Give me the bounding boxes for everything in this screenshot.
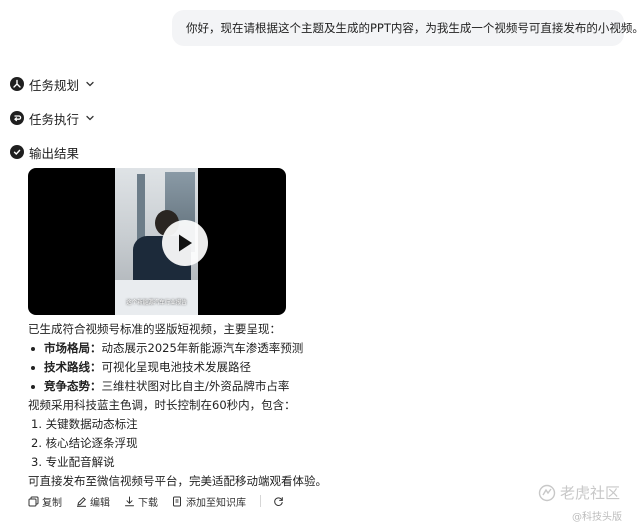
result-intro: 已生成符合视频号标准的竖版短视频，主要呈现： bbox=[28, 322, 281, 336]
list-item: 市场格局：动态展示2025年新能源汽车渗透率预测 bbox=[28, 339, 548, 358]
step-task-planning[interactable]: 任务规划 bbox=[10, 74, 95, 94]
step-label: 任务规划 bbox=[29, 77, 80, 93]
copy-icon bbox=[28, 496, 39, 506]
tiger-logo-icon bbox=[538, 484, 556, 501]
add-to-knowledge-base-button[interactable]: 添加至知识库 bbox=[172, 494, 246, 509]
edit-button[interactable]: 编辑 bbox=[76, 494, 110, 509]
regenerate-button[interactable] bbox=[273, 496, 287, 507]
list-item: 3. 专业配音解说 bbox=[31, 455, 115, 469]
video-player[interactable]: 这个新能源汽车行业报告 bbox=[28, 168, 286, 315]
knowledge-base-icon bbox=[173, 496, 181, 506]
copy-button[interactable]: 复制 bbox=[28, 494, 62, 509]
result-text: 已生成符合视频号标准的竖版短视频，主要呈现： 市场格局：动态展示2025年新能源… bbox=[28, 320, 548, 491]
watermark-logo: 老虎社区 bbox=[538, 482, 620, 503]
list-item: 技术路线：可视化呈现电池技术发展路径 bbox=[28, 358, 548, 377]
style-line: 视频采用科技蓝主色调，时长控制在60秒内，包含： bbox=[28, 398, 296, 412]
chevron-down-icon[interactable] bbox=[85, 113, 95, 123]
list-item: 竞争态势：三维柱状图对比自主/外资品牌市占率 bbox=[28, 377, 548, 396]
step-label: 输出结果 bbox=[29, 145, 80, 161]
bullet-title: 技术路线 bbox=[44, 360, 90, 374]
closing-line: 可直接发布至微信视频号平台，完美适配移动端观看体验。 bbox=[28, 474, 327, 488]
divider bbox=[260, 495, 261, 507]
video-caption: 这个新能源汽车行业报告 bbox=[126, 300, 187, 306]
bullet-text: 三维柱状图对比自主/外资品牌市占率 bbox=[101, 379, 290, 393]
message-action-bar: 复制 编辑 下载 添加至知识库 bbox=[28, 492, 301, 510]
bullet-title: 竞争态势 bbox=[44, 379, 90, 393]
step-output-result: 输出结果 bbox=[10, 142, 79, 162]
bullet-text: 动态展示2025年新能源汽车渗透率预测 bbox=[101, 341, 304, 355]
planning-icon bbox=[10, 77, 24, 91]
list-item: 2. 核心结论逐条浮现 bbox=[31, 436, 138, 450]
download-icon bbox=[125, 496, 134, 506]
edit-icon bbox=[77, 496, 86, 507]
step-task-execution[interactable]: 任务执行 bbox=[10, 108, 95, 128]
play-icon[interactable] bbox=[162, 220, 208, 266]
check-circle-icon bbox=[10, 145, 24, 159]
step-label: 任务执行 bbox=[29, 111, 80, 127]
download-button[interactable]: 下载 bbox=[124, 494, 158, 509]
bullet-title: 市场格局 bbox=[44, 341, 90, 355]
refresh-icon bbox=[274, 496, 283, 506]
list-item: 1. 关键数据动态标注 bbox=[31, 417, 138, 431]
watermark-sub: @科技头版 bbox=[572, 512, 622, 523]
user-message-text: 你好，现在请根据这个主题及生成的PPT内容，为我生成一个视频号可直接发布的小视频… bbox=[186, 21, 640, 35]
bullet-text: 可视化呈现电池技术发展路径 bbox=[101, 360, 252, 374]
chevron-down-icon[interactable] bbox=[85, 79, 95, 89]
execution-icon bbox=[10, 111, 24, 125]
user-message-bubble: 你好，现在请根据这个主题及生成的PPT内容，为我生成一个视频号可直接发布的小视频… bbox=[172, 10, 640, 46]
